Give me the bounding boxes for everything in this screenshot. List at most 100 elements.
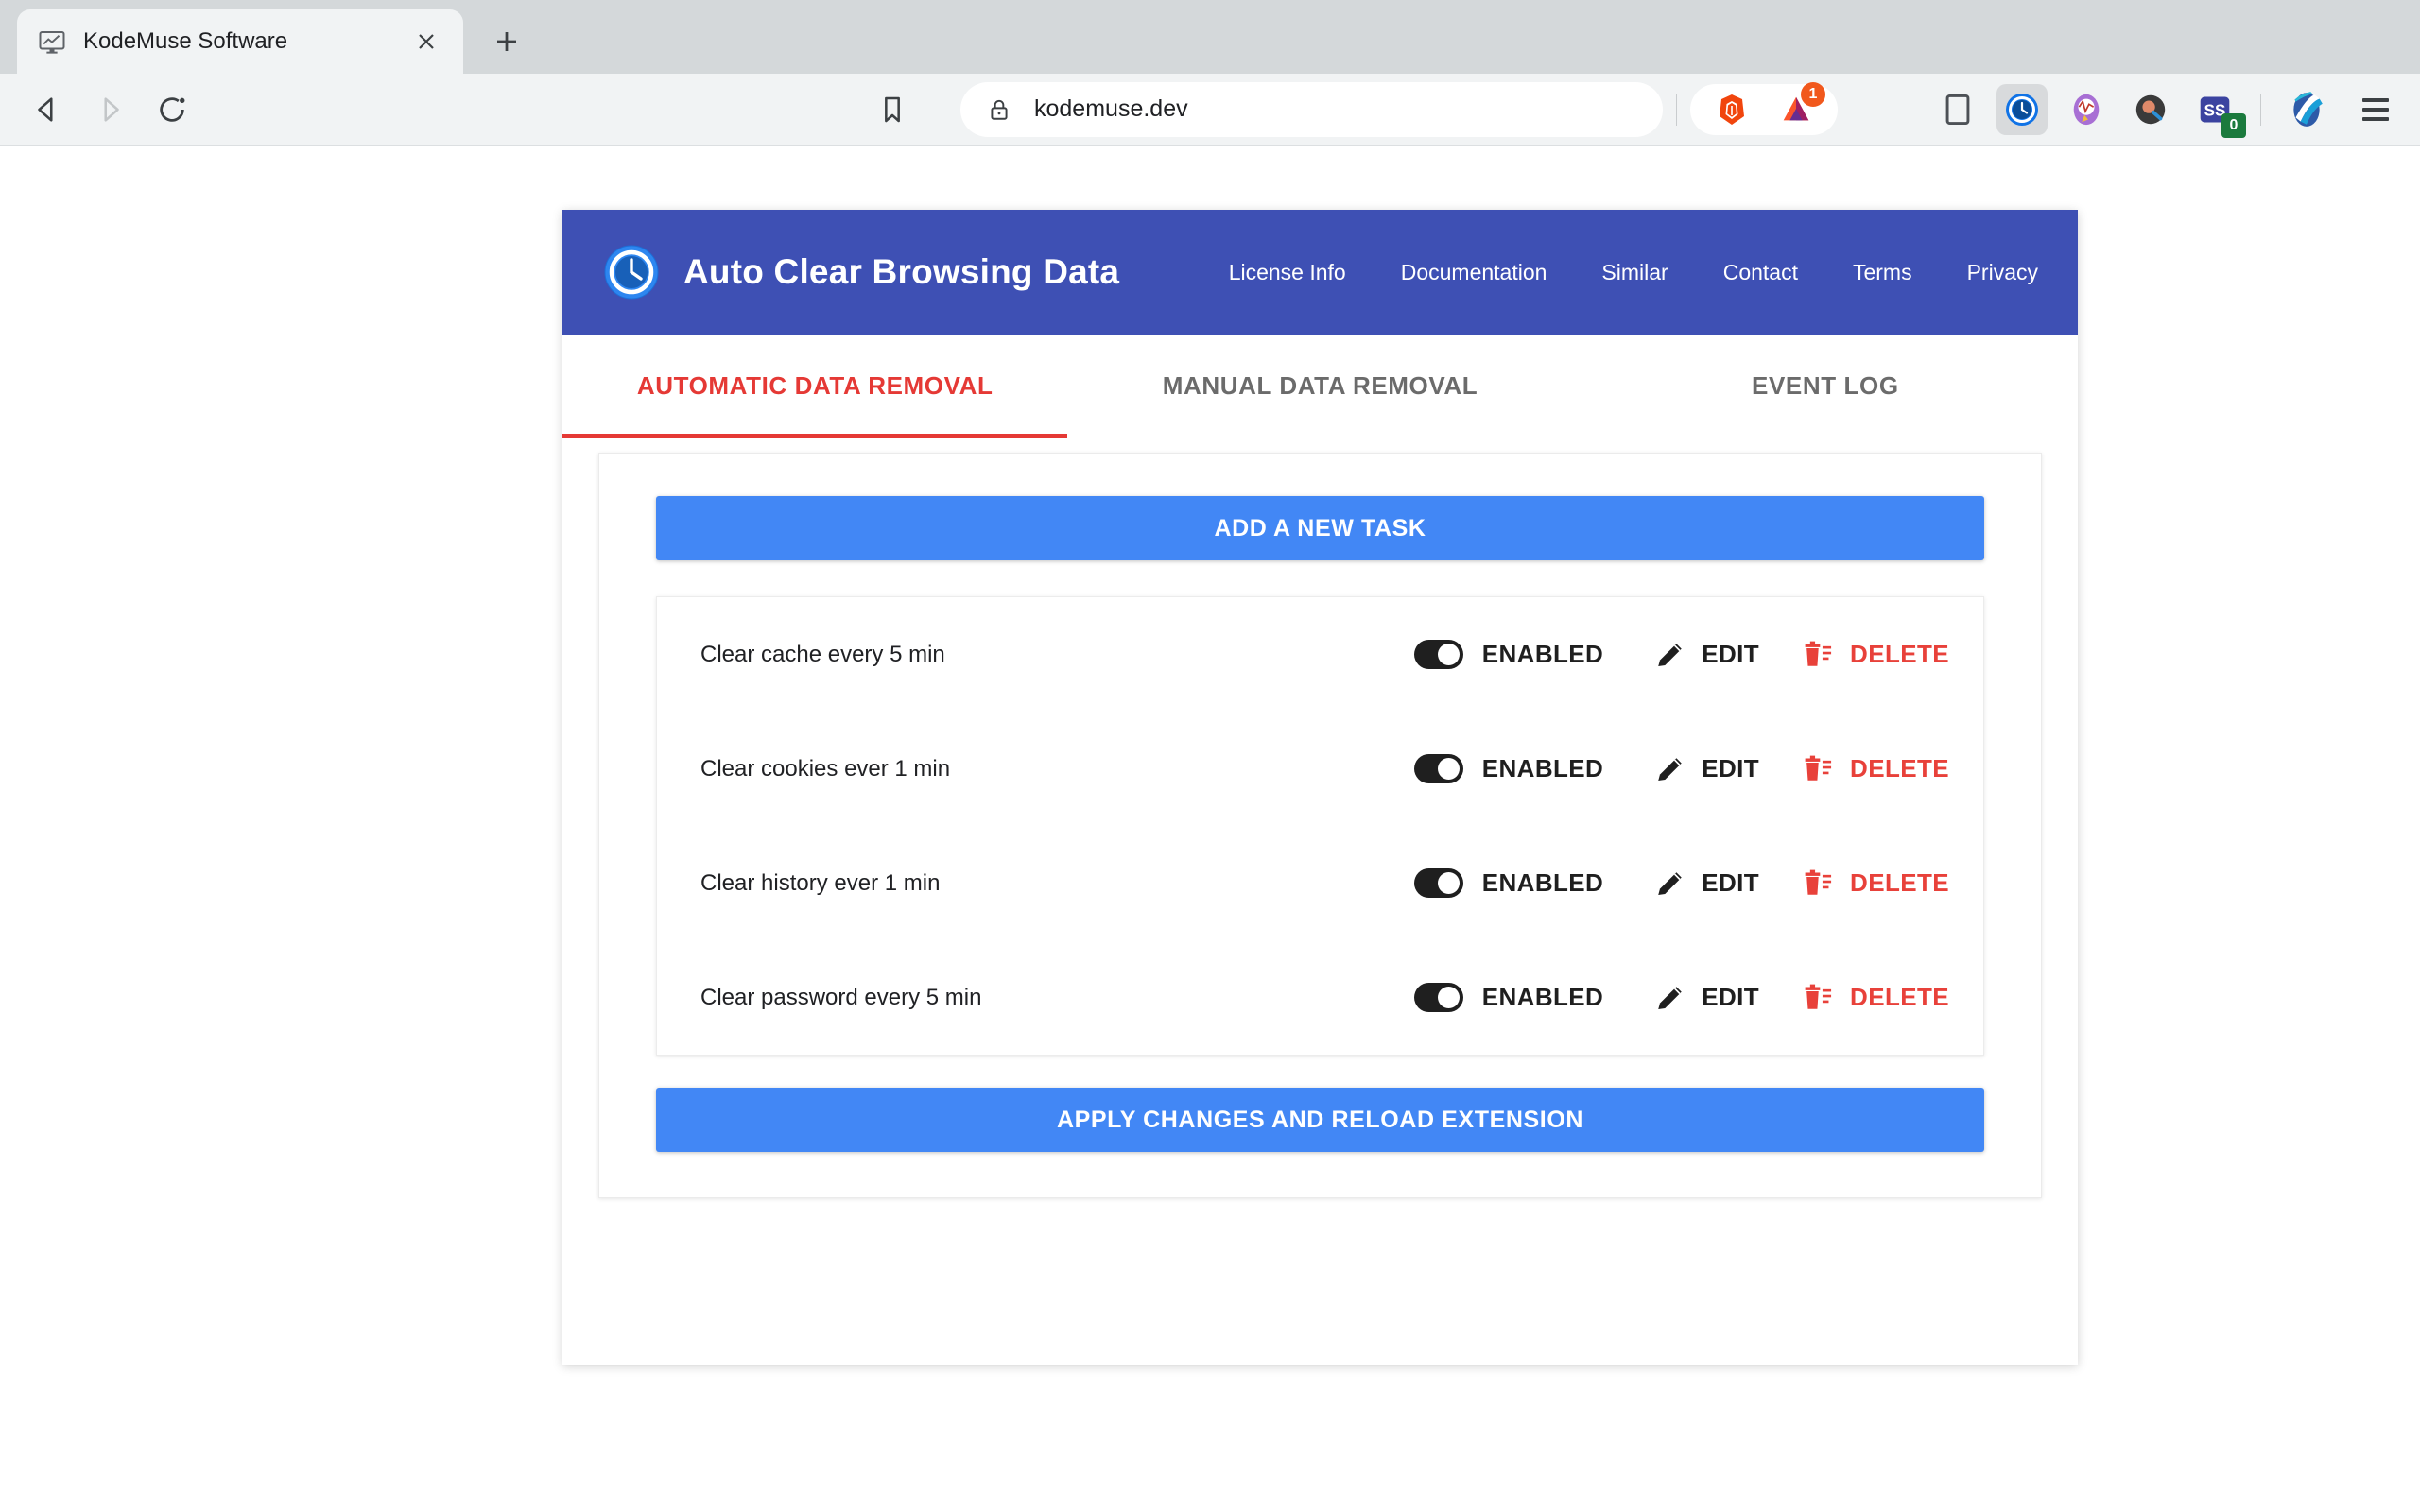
task-enabled-toggle[interactable]: ENABLED [1413, 983, 1604, 1012]
toolbar-divider-2 [2260, 93, 2261, 126]
task-enabled-toggle[interactable]: ENABLED [1413, 868, 1604, 898]
nav-item-documentation[interactable]: Documentation [1401, 260, 1547, 285]
apply-wrapper: APPLY CHANGES AND RELOAD EXTENSION [656, 1088, 1984, 1152]
trash-icon [1801, 866, 1837, 902]
table-row: Clear cache every 5 min ENABLED EDIT DEL… [657, 597, 1983, 712]
row-actions: ENABLED EDIT DELETE [1413, 637, 1949, 673]
edit-label: EDIT [1702, 983, 1760, 1011]
tab-event-log[interactable]: EVENT LOG [1573, 335, 2078, 438]
blue-swirl-icon[interactable] [2281, 84, 2332, 135]
apply-changes-and-reload-extension-button[interactable]: APPLY CHANGES AND RELOAD EXTENSION [656, 1088, 1984, 1152]
url-text: kodemuse.dev [1034, 95, 1188, 122]
site-title: Auto Clear Browsing Data [683, 252, 1120, 291]
brave-rewards-icon[interactable]: 1 [1771, 81, 1825, 135]
delete-label: DELETE [1850, 983, 1949, 1011]
nav-item-terms[interactable]: Terms [1853, 260, 1912, 285]
monitor-chart-icon [38, 27, 66, 56]
close-icon[interactable] [410, 26, 442, 58]
toggle-state-label: ENABLED [1481, 754, 1604, 782]
pencil-icon [1652, 751, 1688, 787]
address-bar[interactable]: kodemuse.dev [960, 81, 1663, 137]
app-tabs: AUTOMATIC DATA REMOVAL MANUAL DATA REMOV… [562, 335, 2078, 438]
edit-label: EDIT [1702, 640, 1760, 668]
delete-label: DELETE [1850, 754, 1949, 782]
clock-logo-icon [602, 243, 661, 301]
toggle-state-label: ENABLED [1481, 983, 1604, 1011]
delete-button[interactable]: DELETE [1801, 751, 1949, 787]
brave-rewards-badge: 1 [1801, 81, 1825, 107]
extension-options-page: Auto Clear Browsing Data License Info Do… [562, 210, 2078, 1365]
delete-button[interactable]: DELETE [1801, 866, 1949, 902]
row-actions: ENABLED EDIT DELETE [1413, 980, 1949, 1016]
delete-label: DELETE [1850, 868, 1949, 897]
pencil-icon [1652, 980, 1688, 1016]
trash-icon [1801, 751, 1837, 787]
brave-shields-icon[interactable] [1706, 84, 1757, 135]
toggle-state-label: ENABLED [1481, 640, 1604, 668]
task-list: Clear cache every 5 min ENABLED EDIT DEL… [656, 596, 1984, 1056]
edit-label: EDIT [1702, 868, 1760, 897]
lock-icon [985, 95, 1013, 124]
extensions-square-icon[interactable] [1932, 84, 1983, 135]
site-brand: Auto Clear Browsing Data [602, 243, 1119, 301]
delete-button[interactable]: DELETE [1801, 980, 1949, 1016]
auto-clear-browsing-data-icon[interactable] [1996, 83, 2048, 135]
edit-button[interactable]: EDIT [1652, 980, 1759, 1016]
task-label: Clear password every 5 min [700, 984, 982, 1010]
site-nav: License Info Documentation Similar Conta… [1174, 260, 2038, 285]
row-actions: ENABLED EDIT DELETE [1413, 866, 1949, 902]
toolbar-divider [1676, 93, 1677, 126]
nav-item-similar[interactable]: Similar [1601, 260, 1668, 285]
tab-title: KodeMuse Software [83, 28, 288, 54]
task-enabled-toggle[interactable]: ENABLED [1413, 640, 1604, 669]
nav-item-contact[interactable]: Contact [1723, 260, 1798, 285]
table-row: Clear cookies ever 1 min ENABLED EDIT DE… [657, 712, 1983, 826]
bookmark-icon[interactable] [866, 83, 919, 136]
ss-extension-badge: 0 [2221, 112, 2246, 138]
browser-window: KodeMuse Software kodemuse.dev 1 SS 0 Au… [0, 0, 2420, 1512]
ss-extension-icon[interactable]: SS 0 [2189, 84, 2246, 138]
add-a-new-task-button[interactable]: ADD A NEW TASK [656, 496, 1984, 560]
extension-toolbar: 1 SS 0 [1690, 81, 2247, 138]
dark-magnifier-icon[interactable] [2125, 84, 2176, 135]
row-actions: ENABLED EDIT DELETE [1413, 751, 1949, 787]
toggle-state-label: ENABLED [1481, 868, 1604, 897]
brave-group: 1 [1690, 81, 1838, 135]
site-header: Auto Clear Browsing Data License Info Do… [562, 210, 2078, 335]
back-arrow-icon[interactable] [21, 83, 74, 136]
task-label: Clear history ever 1 min [700, 869, 941, 896]
toggle-switch-icon[interactable] [1413, 868, 1463, 898]
content-card: ADD A NEW TASK Clear cache every 5 min E… [598, 453, 2042, 1198]
reload-icon[interactable] [146, 83, 199, 136]
delete-button[interactable]: DELETE [1801, 637, 1949, 673]
trash-icon [1801, 980, 1837, 1016]
edit-button[interactable]: EDIT [1652, 751, 1759, 787]
edit-button[interactable]: EDIT [1652, 866, 1759, 902]
new-tab-button[interactable] [480, 15, 533, 68]
hamburger-menu-icon[interactable] [2352, 86, 2399, 133]
toggle-switch-icon[interactable] [1413, 640, 1463, 669]
delete-label: DELETE [1850, 640, 1949, 668]
tab-strip: KodeMuse Software [0, 0, 2420, 74]
browser-tab[interactable]: KodeMuse Software [17, 9, 463, 74]
page-viewport: Auto Clear Browsing Data License Info Do… [0, 146, 2420, 1512]
tab-manual-data-removal[interactable]: MANUAL DATA REMOVAL [1067, 335, 1572, 438]
task-enabled-toggle[interactable]: ENABLED [1413, 754, 1604, 783]
forward-arrow-icon [83, 83, 136, 136]
nav-item-license-info[interactable]: License Info [1229, 260, 1346, 285]
tab-label: AUTOMATIC DATA REMOVAL [636, 371, 994, 400]
edit-label: EDIT [1702, 754, 1760, 782]
tab-label: MANUAL DATA REMOVAL [1162, 371, 1478, 400]
toggle-switch-icon[interactable] [1413, 754, 1463, 783]
task-label: Clear cache every 5 min [700, 641, 945, 667]
nav-item-privacy[interactable]: Privacy [1967, 260, 2038, 285]
trash-icon [1801, 637, 1837, 673]
tab-automatic-data-removal[interactable]: AUTOMATIC DATA REMOVAL [562, 335, 1068, 438]
toggle-switch-icon[interactable] [1413, 983, 1463, 1012]
tab-label: EVENT LOG [1752, 371, 1899, 400]
pencil-icon [1652, 637, 1688, 673]
task-label: Clear cookies ever 1 min [700, 755, 951, 782]
purple-analyzer-icon[interactable] [2061, 84, 2112, 135]
edit-button[interactable]: EDIT [1652, 637, 1759, 673]
table-row: Clear password every 5 min ENABLED EDIT … [657, 940, 1983, 1055]
